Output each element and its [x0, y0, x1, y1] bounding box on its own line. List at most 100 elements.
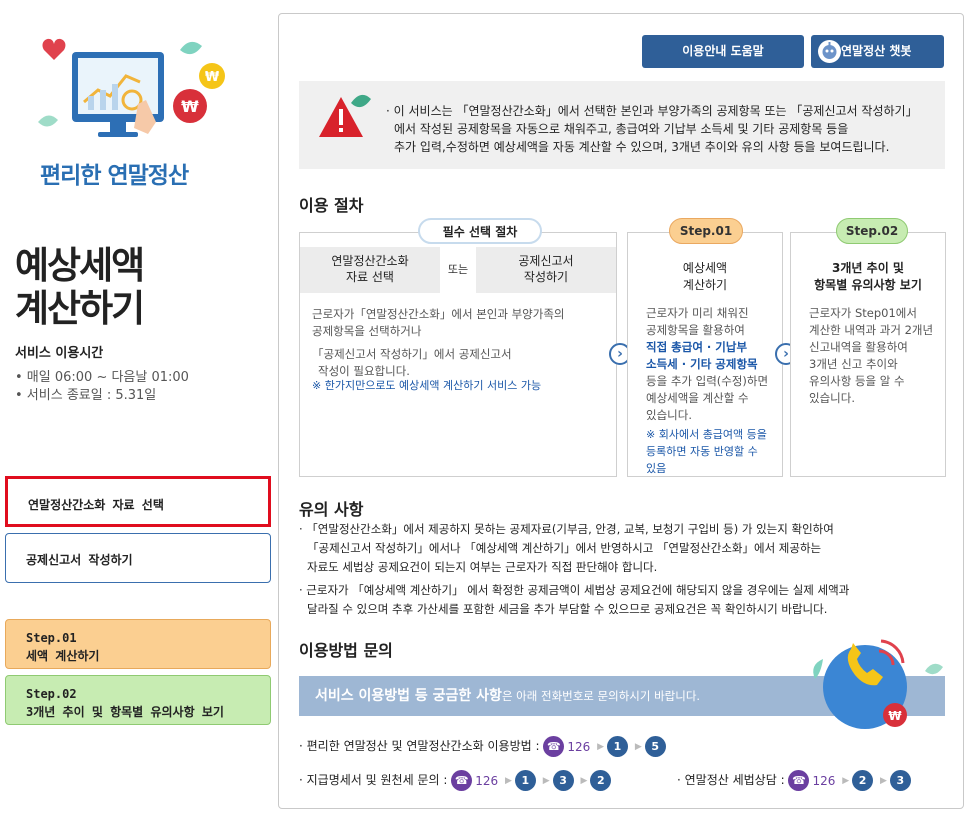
- step1-label: Step.01: [26, 631, 77, 645]
- sidebar: ₩ ₩ 편리한 연말정산 예상세액 계산하기 서비스 이용시간 • 매일 06:…: [0, 0, 278, 823]
- chatbot-button[interactable]: 연말정산 챗봇: [811, 35, 944, 68]
- svg-text:₩: ₩: [181, 97, 199, 116]
- svg-text:₩: ₩: [205, 70, 220, 85]
- step2-box: Step.02 3개년 추이 및 항목별 유의사항 보기 근로자가 Step01…: [790, 218, 946, 477]
- caution-line: 자료도 세법상 공제요건이 되는지 여부는 근로자가 직접 판단해야 합니다.: [307, 560, 658, 574]
- option-simplified-data: 연말정산간소화 자료 선택: [300, 247, 440, 293]
- arrow-icon: ▶: [504, 775, 512, 786]
- cautions-title: 유의 사항: [299, 500, 364, 519]
- required-step-pill: 필수 선택 절차: [418, 218, 542, 244]
- arrow-icon: ▶: [634, 741, 642, 752]
- step1-box: Step.01 예상세액 계산하기 근로자가 미리 채워진 공제항목을 활용하여…: [627, 218, 783, 477]
- option-label: 연말정산간소화: [331, 254, 409, 268]
- phone-number: 126: [812, 773, 836, 788]
- required-description: 근로자가「연말정산간소화」에서 본인과 부양가족의 공제항목을 선택하거나 「공…: [312, 306, 565, 380]
- menu-number-badge: 1: [607, 736, 628, 757]
- step2-label: Step.02: [26, 687, 77, 701]
- desc-line: 등을 추가 입력(수정)하면: [646, 374, 769, 388]
- svg-text:₩: ₩: [888, 709, 902, 723]
- menu-simplified-data-select[interactable]: 연말정산간소화 자료 선택: [5, 476, 271, 527]
- menu-number-badge: 2: [852, 770, 874, 791]
- brand-title: 편리한 연말정산: [40, 163, 189, 189]
- menu-number-badge: 3: [552, 770, 574, 791]
- service-notice: · 이 서비스는 「연말정산간소화」에서 선택한 본인과 부양가족의 공제항목 …: [299, 81, 945, 169]
- option-deduction-form: 공제신고서 작성하기: [476, 247, 616, 293]
- arrow-icon: ▶: [597, 741, 604, 752]
- page-title-line1: 예상세액: [15, 244, 145, 287]
- banner-rest: 은 아래 전화번호로 문의하시기 바랍니다.: [501, 689, 701, 703]
- chatbot-label: 연말정산 챗봇: [841, 44, 912, 58]
- main-panel: 이용안내 도움말 연말정산 챗봇 · 이 서비스는 「연말정산간소화」에서 선택…: [278, 13, 964, 809]
- phone-consult-illustration: ₩: [813, 639, 943, 729]
- step1-description: 근로자가 미리 채워진 공제항목을 활용하여 직접 총급여 · 기납부 소득세 …: [646, 305, 768, 424]
- note-line: 있음: [646, 462, 667, 475]
- option-label: 자료 선택: [346, 270, 394, 284]
- service-end-date: • 서비스 종료일 : 5.31일: [15, 388, 157, 403]
- inquiry-label: · 편리한 연말정산 및 연말정산간소화 이용방법 :: [299, 739, 540, 753]
- desc-line: 근로자가「연말정산간소화」에서 본인과 부양가족의: [312, 307, 565, 321]
- menu-number-badge: 5: [644, 736, 666, 757]
- cautions-text: · 「연말정산간소화」에서 제공하지 못하는 공제자료(기부금, 안경, 교복,…: [299, 520, 849, 619]
- banner-bold: 서비스 이용방법 등 궁금한 사항: [315, 688, 502, 704]
- desc-line: 3개년 신고 추이와: [809, 357, 898, 371]
- phone-icon: ☎: [451, 770, 473, 791]
- procedure-title: 이용 절차: [299, 196, 364, 215]
- heading-line: 계산하기: [682, 278, 728, 292]
- arrow-icon: ▶: [879, 775, 887, 786]
- desc-line: 예상세액을 계산할 수: [646, 391, 749, 405]
- inquiry-label: · 연말정산 세법상담 :: [677, 773, 785, 787]
- monitor-chart-illustration: ₩ ₩: [38, 38, 225, 137]
- desc-line: 계산한 내역과 과거 2개년: [809, 323, 934, 337]
- page-title-line2: 계산하기: [15, 287, 145, 330]
- inquiry-title: 이용방법 문의: [299, 641, 393, 660]
- notice-line: 추가 입력,수정하면 예상세액을 자동 계산할 수 있으며, 3개년 추이와 유…: [394, 140, 890, 154]
- menu-number-badge: 2: [590, 770, 612, 791]
- desc-line: 소득세 · 기타 공제항목: [646, 357, 758, 371]
- desc-line: 직접 총급여 · 기납부: [646, 340, 748, 354]
- service-hours: • 매일 06:00 ~ 다음날 01:00: [15, 370, 189, 385]
- desc-line: 근로자가 Step01에서: [809, 306, 917, 320]
- phone-number: 126: [475, 773, 499, 788]
- step2-pill: Step.02: [836, 218, 908, 244]
- desc-line: 있습니다.: [809, 391, 855, 405]
- menu-number-badge: 1: [514, 770, 536, 791]
- caution-line: · 근로자가 「예상세액 계산하기」 에서 확정한 공제금액이 세법상 공제요건…: [299, 583, 850, 597]
- desc-line: 근로자가 미리 채워진: [646, 306, 749, 320]
- desc-line: 「공제신고서 작성하기」에서 공제신고서: [312, 347, 512, 361]
- note-line: 등록하면 자동 반영할 수: [646, 445, 758, 458]
- caution-line: · 「연말정산간소화」에서 제공하지 못하는 공제자료(기부금, 안경, 교복,…: [299, 522, 834, 536]
- service-hours-label: 서비스 이용시간: [15, 346, 104, 361]
- menu-number-badge: 3: [889, 770, 911, 791]
- warning-icon: [319, 94, 371, 137]
- or-label: 또는: [447, 263, 469, 276]
- phone-icon: ☎: [788, 770, 810, 791]
- menu-step1-tax-calculation[interactable]: Step.01 세액 계산하기: [5, 619, 271, 669]
- inquiry-line-withholding: · 지급명세서 및 원천세 문의 : ☎ 126 ▶ 1 ▶ 3 ▶ 2: [299, 769, 612, 791]
- help-button[interactable]: 이용안내 도움말: [642, 35, 804, 68]
- required-note: ※ 한가지만으로도 예상세액 계산하기 서비스 가능: [312, 379, 542, 392]
- page-title: 예상세액 계산하기: [15, 244, 145, 330]
- inquiry-line-general: · 편리한 연말정산 및 연말정산간소화 이용방법 : ☎ 126 ▶ 1 ▶ 5: [299, 735, 666, 757]
- option-label: 공제신고서: [518, 254, 574, 268]
- note-line: ※ 회사에서 총급여액 등을: [646, 428, 767, 441]
- desc-line: 있습니다.: [646, 408, 692, 422]
- caution-line: 달라질 수 있으며 추후 가산세를 포함한 세금을 추가 부담할 수 있으므로 …: [307, 602, 828, 616]
- heading-line: 항목별 유의사항 보기: [814, 278, 922, 292]
- required-step-box: 필수 선택 절차 연말정산간소화 자료 선택 또는 공제신고서 작성하기 근로자…: [299, 218, 617, 477]
- step1-note: ※ 회사에서 총급여액 등을 등록하면 자동 반영할 수 있음: [646, 426, 767, 477]
- notice-text: · 이 서비스는 「연말정산간소화」에서 선택한 본인과 부양가족의 공제항목 …: [386, 102, 918, 156]
- heading-line: 예상세액: [682, 261, 728, 275]
- required-options: 연말정산간소화 자료 선택 또는 공제신고서 작성하기: [300, 247, 616, 293]
- desc-line: 공제항목을 선택하거나: [312, 324, 422, 338]
- desc-line: 유의사항 등을 알 수: [809, 374, 905, 388]
- heading-line: 3개년 추이 및: [832, 261, 904, 275]
- inquiry-label: · 지급명세서 및 원천세 문의 :: [299, 773, 448, 787]
- chatbot-icon: [818, 40, 841, 63]
- step2-description: 근로자가 Step01에서 계산한 내역과 과거 2개년 신고내역을 활용하여 …: [809, 305, 933, 407]
- menu-deduction-form[interactable]: 공제신고서 작성하기: [5, 533, 271, 583]
- inquiry-line-tax-law: · 연말정산 세법상담 : ☎ 126 ▶ 2 ▶ 3: [677, 769, 911, 791]
- menu-step2-trend[interactable]: Step.02 3개년 추이 및 항목별 유의사항 보기: [5, 675, 271, 725]
- desc-line: 공제항목을 활용하여: [646, 323, 745, 337]
- step1-title: 세액 계산하기: [26, 649, 100, 663]
- arrow-icon: ▶: [580, 775, 588, 786]
